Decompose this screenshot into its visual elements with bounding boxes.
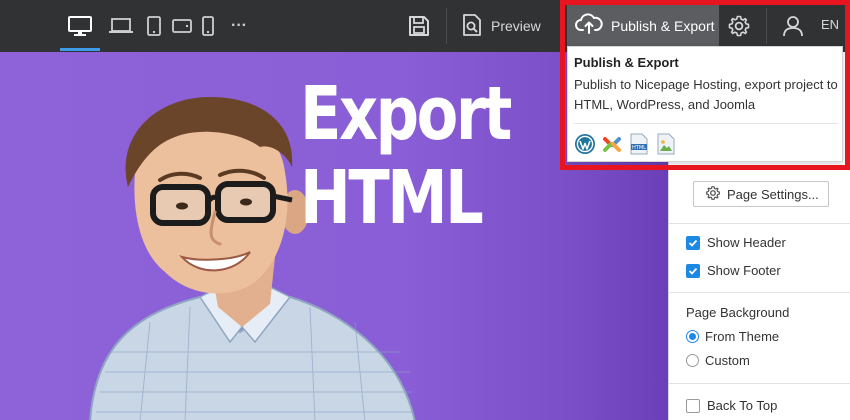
checkbox-unchecked-icon <box>686 398 700 413</box>
custom-radio[interactable]: Custom <box>686 353 750 368</box>
preview-button[interactable]: Preview <box>462 10 541 42</box>
canvas-headline[interactable]: Export HTML <box>300 71 512 241</box>
back-to-top-label: Back To Top <box>707 398 778 413</box>
laptop-icon[interactable] <box>107 10 135 42</box>
custom-label: Custom <box>705 353 750 368</box>
desktop-icon[interactable] <box>66 10 94 42</box>
phone-icon[interactable] <box>201 10 215 42</box>
save-icon[interactable] <box>406 10 432 42</box>
show-footer-label: Show Footer <box>707 263 781 278</box>
back-to-top-checkbox[interactable]: Back To Top <box>686 398 777 413</box>
page-settings-button[interactable]: Page Settings... <box>693 181 829 207</box>
more-devices-button[interactable]: ··· <box>230 10 248 42</box>
radio-selected-icon <box>686 330 699 343</box>
checkbox-checked-icon <box>686 235 700 250</box>
from-theme-label: From Theme <box>705 329 780 344</box>
tablet-landscape-icon[interactable] <box>171 10 193 42</box>
page-background-label: Page Background <box>686 305 790 320</box>
gear-icon <box>705 185 721 204</box>
tablet-icon[interactable] <box>146 10 162 42</box>
preview-label: Preview <box>491 18 541 34</box>
page-settings-label: Page Settings... <box>727 186 819 202</box>
panel-divider <box>669 223 850 224</box>
toolbar-divider <box>446 8 447 44</box>
highlight-frame <box>560 0 850 170</box>
show-footer-checkbox[interactable]: Show Footer <box>686 263 781 278</box>
radio-unselected-icon <box>686 354 699 367</box>
panel-divider <box>669 292 850 293</box>
preview-icon <box>462 13 482 39</box>
panel-divider <box>669 383 850 384</box>
from-theme-radio[interactable]: From Theme <box>686 329 779 344</box>
checkbox-checked-icon <box>686 263 700 278</box>
headline-line-1: Export <box>300 71 512 157</box>
active-device-indicator <box>60 48 100 51</box>
show-header-checkbox[interactable]: Show Header <box>686 235 786 250</box>
show-header-label: Show Header <box>707 235 786 250</box>
headline-line-2: HTML <box>300 155 484 241</box>
